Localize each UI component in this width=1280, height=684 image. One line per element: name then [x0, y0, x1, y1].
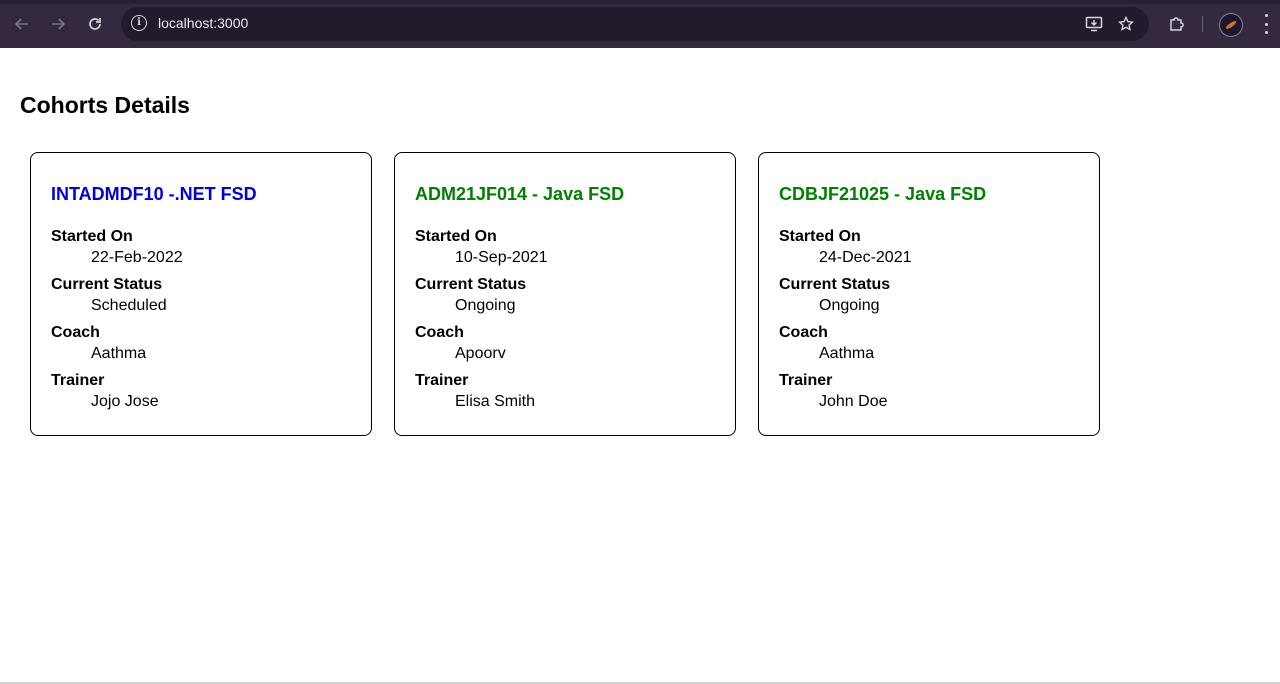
trainer-label: Trainer	[415, 372, 469, 389]
current-status-label: Current Status	[415, 276, 527, 293]
current-status-value: Scheduled	[91, 297, 167, 314]
current-status-label: Current Status	[51, 276, 163, 293]
started-on-label: Started On	[51, 228, 133, 245]
trainer-label: Trainer	[51, 372, 105, 389]
extensions-button[interactable]	[1165, 12, 1189, 36]
cohort-card: ADM21JF014 - Java FSD Started On 10-Sep-…	[394, 152, 736, 436]
current-status-field: Current Status Scheduled	[51, 275, 167, 317]
browser-toolbar: i localhost:3000	[0, 0, 1280, 48]
star-icon	[1118, 16, 1134, 31]
started-on-label: Started On	[415, 228, 497, 245]
current-status-value: Ongoing	[819, 297, 880, 314]
trainer-value: John Doe	[819, 393, 888, 410]
bookmark-button[interactable]	[1116, 15, 1136, 33]
toolbar-divider	[1202, 16, 1203, 32]
page-title: Cohorts Details	[20, 92, 190, 118]
trainer-label: Trainer	[779, 372, 833, 389]
tab-strip	[0, 0, 1280, 4]
install-app-button[interactable]	[1084, 15, 1104, 33]
reload-button[interactable]	[83, 12, 107, 36]
trainer-field: Trainer Jojo Jose	[51, 371, 159, 413]
coach-field: Coach Apoorv	[415, 323, 506, 365]
cohort-card: CDBJF21025 - Java FSD Started On 24-Dec-…	[758, 152, 1100, 436]
cohort-title: ADM21JF014 - Java FSD	[415, 184, 625, 204]
arrow-right-icon	[52, 18, 66, 30]
trainer-value: Elisa Smith	[455, 393, 536, 410]
address-bar[interactable]: i localhost:3000	[121, 7, 1149, 41]
started-on-value: 22-Feb-2022	[91, 249, 183, 266]
current-status-field: Current Status Ongoing	[415, 275, 526, 317]
current-status-field: Current Status Ongoing	[779, 275, 890, 317]
reload-icon	[89, 18, 101, 30]
trainer-field: Trainer Elisa Smith	[415, 371, 535, 413]
coach-field: Coach Aathma	[779, 323, 874, 365]
started-on-field: Started On 24-Dec-2021	[779, 227, 912, 269]
started-on-field: Started On 10-Sep-2021	[415, 227, 548, 269]
trainer-value: Jojo Jose	[91, 393, 159, 410]
started-on-field: Started On 22-Feb-2022	[51, 227, 183, 269]
trainer-field: Trainer John Doe	[779, 371, 888, 413]
coach-value: Apoorv	[455, 345, 506, 362]
coach-label: Coach	[51, 324, 100, 341]
install-app-icon	[1085, 16, 1103, 32]
info-icon[interactable]: i	[131, 15, 147, 31]
url-text[interactable]: localhost:3000	[158, 15, 248, 31]
arrow-left-icon	[14, 18, 28, 30]
coach-value: Aathma	[819, 345, 875, 362]
forward-button[interactable]	[46, 12, 70, 36]
coach-field: Coach Aathma	[51, 323, 146, 365]
cohort-card: INTADMDF10 -.NET FSD Started On 22-Feb-2…	[30, 152, 372, 436]
started-on-label: Started On	[779, 228, 861, 245]
cohort-title: INTADMDF10 -.NET FSD	[51, 184, 257, 204]
avatar[interactable]	[1219, 13, 1243, 37]
current-status-label: Current Status	[779, 276, 891, 293]
coach-label: Coach	[779, 324, 828, 341]
current-status-value: Ongoing	[455, 297, 516, 314]
coach-label: Coach	[415, 324, 464, 341]
started-on-value: 24-Dec-2021	[819, 249, 912, 266]
kebab-menu-icon[interactable]	[1258, 14, 1274, 34]
puzzle-icon	[1170, 17, 1184, 31]
coach-value: Aathma	[91, 345, 147, 362]
started-on-value: 10-Sep-2021	[455, 249, 548, 266]
back-button[interactable]	[10, 12, 34, 36]
cohort-title: CDBJF21025 - Java FSD	[779, 184, 987, 204]
